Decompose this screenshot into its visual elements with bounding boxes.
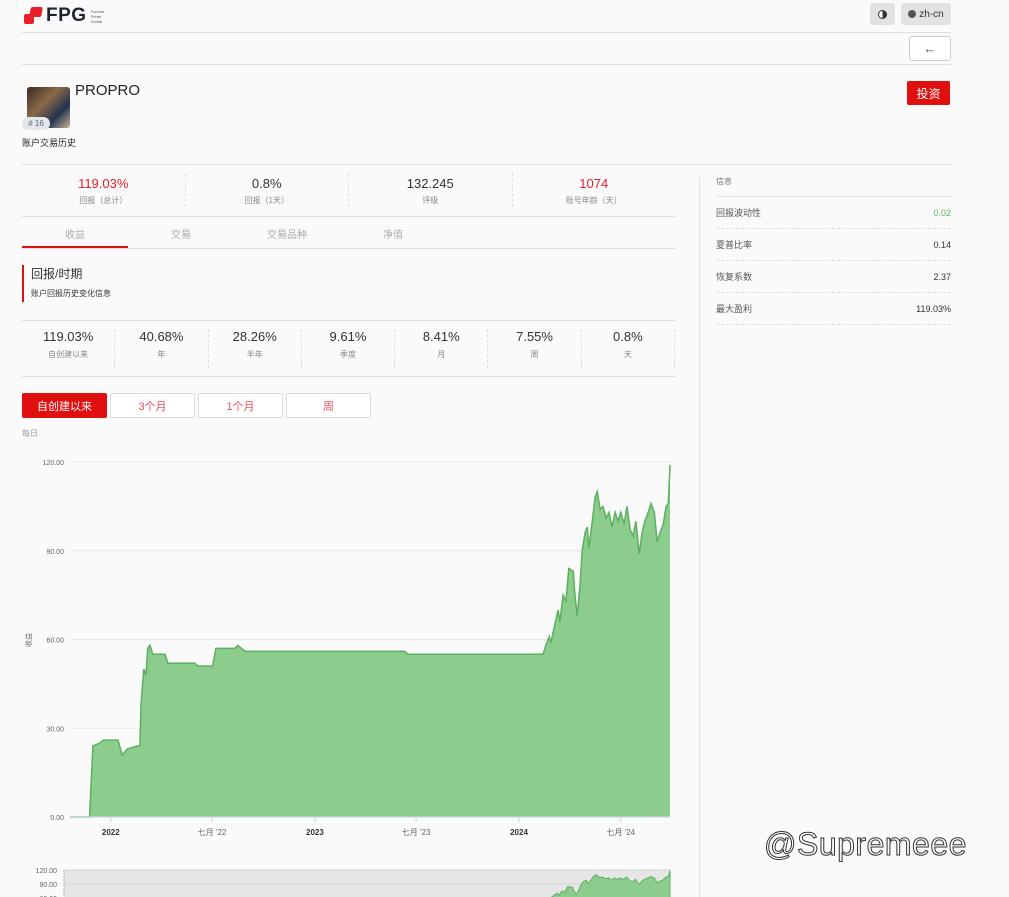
kpi-label: 评级 — [422, 196, 439, 205]
account-name: PROPRO — [75, 82, 141, 99]
y-tick-label: 60.00 — [46, 638, 64, 645]
period-label: 半年 — [246, 350, 263, 359]
x-tick-label: 七月 '24 — [606, 828, 635, 837]
info-label: 最大盈利 — [716, 304, 753, 314]
section-description: 账户回报历史变化信息 — [31, 289, 111, 298]
period-value: 9.61% — [329, 329, 367, 344]
x-tick-label: 七月 '23 — [402, 828, 431, 837]
rank-badge: # 16 — [22, 117, 50, 130]
tab-1[interactable]: 交易 — [128, 217, 234, 248]
period-label: 自创建以来 — [48, 350, 89, 359]
navigator-y-label: 120.00 — [36, 868, 58, 875]
info-row: 回报波动性 0.02 — [716, 197, 951, 229]
period-label: 季度 — [339, 350, 356, 359]
range-button[interactable]: 3个月 — [110, 393, 195, 418]
period-value: 119.03% — [42, 329, 94, 344]
navigator-y-label: 90.00 — [39, 882, 57, 889]
period-item: 8.41% 月 — [395, 329, 489, 368]
period-item: 28.26% 半年 — [209, 329, 302, 368]
series-area — [70, 464, 670, 817]
info-row: 夏普比率 0.14 — [716, 229, 951, 261]
tab-bar: 收益 交易 交易品种 净值 — [22, 217, 675, 249]
period-returns: 119.03% 自创建以来 40.68% 年 28.26% 半年 9.61% 季度 8.41% 月… — [22, 320, 675, 377]
period-item: 40.68% 年 — [115, 329, 209, 368]
logo-tagline: Fortune Prime Global — [90, 8, 105, 24]
range-button[interactable]: 自创建以来 — [22, 393, 107, 418]
kpi-item: 119.03% 回报（总计） — [22, 173, 186, 207]
y-tick-label: 90.00 — [46, 549, 64, 556]
period-label: 月 — [437, 350, 446, 359]
kpi-label: 账号年龄（天） — [565, 196, 622, 205]
tab-0[interactable]: 收益 — [22, 217, 128, 248]
theme-toggle-button[interactable] — [870, 3, 895, 25]
info-value: 119.03% — [916, 303, 951, 314]
tab-2[interactable]: 交易品种 — [234, 217, 340, 248]
account-subtitle: 账户交易历史 — [22, 138, 77, 148]
y-tick-label: 0.00 — [50, 815, 64, 822]
logo-text: FPG — [46, 5, 87, 26]
info-label: 回报波动性 — [716, 208, 762, 218]
info-panel: 信息 回报波动性 0.02 夏普比率 0.14 恢复系数 2.37 最大盈利 119.03% — [716, 170, 951, 325]
period-label: 年 — [157, 350, 166, 359]
logo-mark-icon — [24, 7, 43, 25]
info-label: 夏普比率 — [716, 240, 753, 250]
period-item: 0.8% 天 — [582, 329, 675, 368]
info-row: 恢复系数 2.37 — [716, 261, 951, 293]
back-button[interactable]: ← — [909, 36, 951, 61]
kpi-item: 0.8% 回报（1天） — [186, 173, 349, 207]
kpi-value: 0.8% — [251, 176, 282, 191]
section-header: 回报/时期 账户回报历史变化信息 — [22, 265, 111, 302]
period-item: 9.61% 季度 — [302, 329, 396, 368]
fpg-logo[interactable]: FPG Fortune Prime Global — [24, 5, 107, 27]
range-selector: 自创建以来 3个月 1个月周 — [22, 393, 371, 418]
arrow-left-icon: ← — [923, 41, 937, 56]
half-circle-icon — [878, 9, 887, 19]
kpi-value: 1074 — [579, 176, 609, 191]
period-value: 40.68% — [139, 329, 184, 344]
kpi-label: 回报（1天） — [244, 196, 289, 205]
kpi-item: 1074 账号年龄（天） — [513, 173, 676, 207]
range-button[interactable]: 周 — [286, 393, 371, 418]
period-value: 28.26% — [232, 329, 277, 344]
x-tick-label: 2024 — [510, 828, 528, 837]
y-axis-label: 收益 — [24, 633, 33, 647]
y-tick-label: 120.00 — [43, 460, 65, 467]
globe-icon — [908, 10, 917, 18]
language-label: zh-cn — [919, 8, 944, 20]
range-button[interactable]: 1个月 — [198, 393, 283, 418]
tab-3[interactable]: 净值 — [340, 217, 446, 248]
kpi-item: 132.245 评级 — [349, 173, 513, 207]
period-label: 天 — [623, 350, 632, 359]
period-item: 119.03% 自创建以来 — [22, 329, 116, 368]
info-label: 恢复系数 — [716, 272, 753, 282]
x-tick-label: 2023 — [306, 828, 324, 837]
kpi-label: 回报（总计） — [79, 196, 128, 205]
period-label: 周 — [530, 350, 539, 359]
frequency-label: 每日 — [22, 428, 38, 438]
language-button[interactable]: zh-cn — [901, 3, 951, 25]
info-value: 0.02 — [933, 207, 951, 218]
kpi-value: 132.245 — [406, 176, 454, 191]
info-title: 信息 — [716, 170, 951, 197]
period-item: 7.55% 周 — [488, 329, 582, 368]
info-value: 0.14 — [933, 239, 951, 250]
info-row: 最大盈利 119.03% — [716, 293, 951, 325]
invest-button[interactable]: 投资 — [907, 81, 950, 105]
watermark: @Supremeee — [764, 826, 967, 863]
x-tick-label: 七月 '22 — [198, 828, 227, 837]
y-tick-label: 30.00 — [46, 726, 64, 733]
period-value: 0.8% — [613, 329, 643, 344]
kpi-bar: 119.03% 回报（总计） 0.8% 回报（1天） 132.245 评级 1074 账号年龄… — [22, 173, 675, 207]
returns-chart[interactable]: 每日收益 0.00 30.00 60.00 90.00 120.00 2022 七月 '22 2… — [0, 420, 700, 897]
period-value: 8.41% — [422, 329, 460, 344]
info-value: 2.37 — [933, 271, 951, 282]
section-title: 回报/时期 — [31, 267, 83, 281]
kpi-value: 119.03% — [78, 176, 129, 191]
period-value: 7.55% — [516, 329, 553, 344]
x-tick-label: 2022 — [102, 828, 120, 837]
